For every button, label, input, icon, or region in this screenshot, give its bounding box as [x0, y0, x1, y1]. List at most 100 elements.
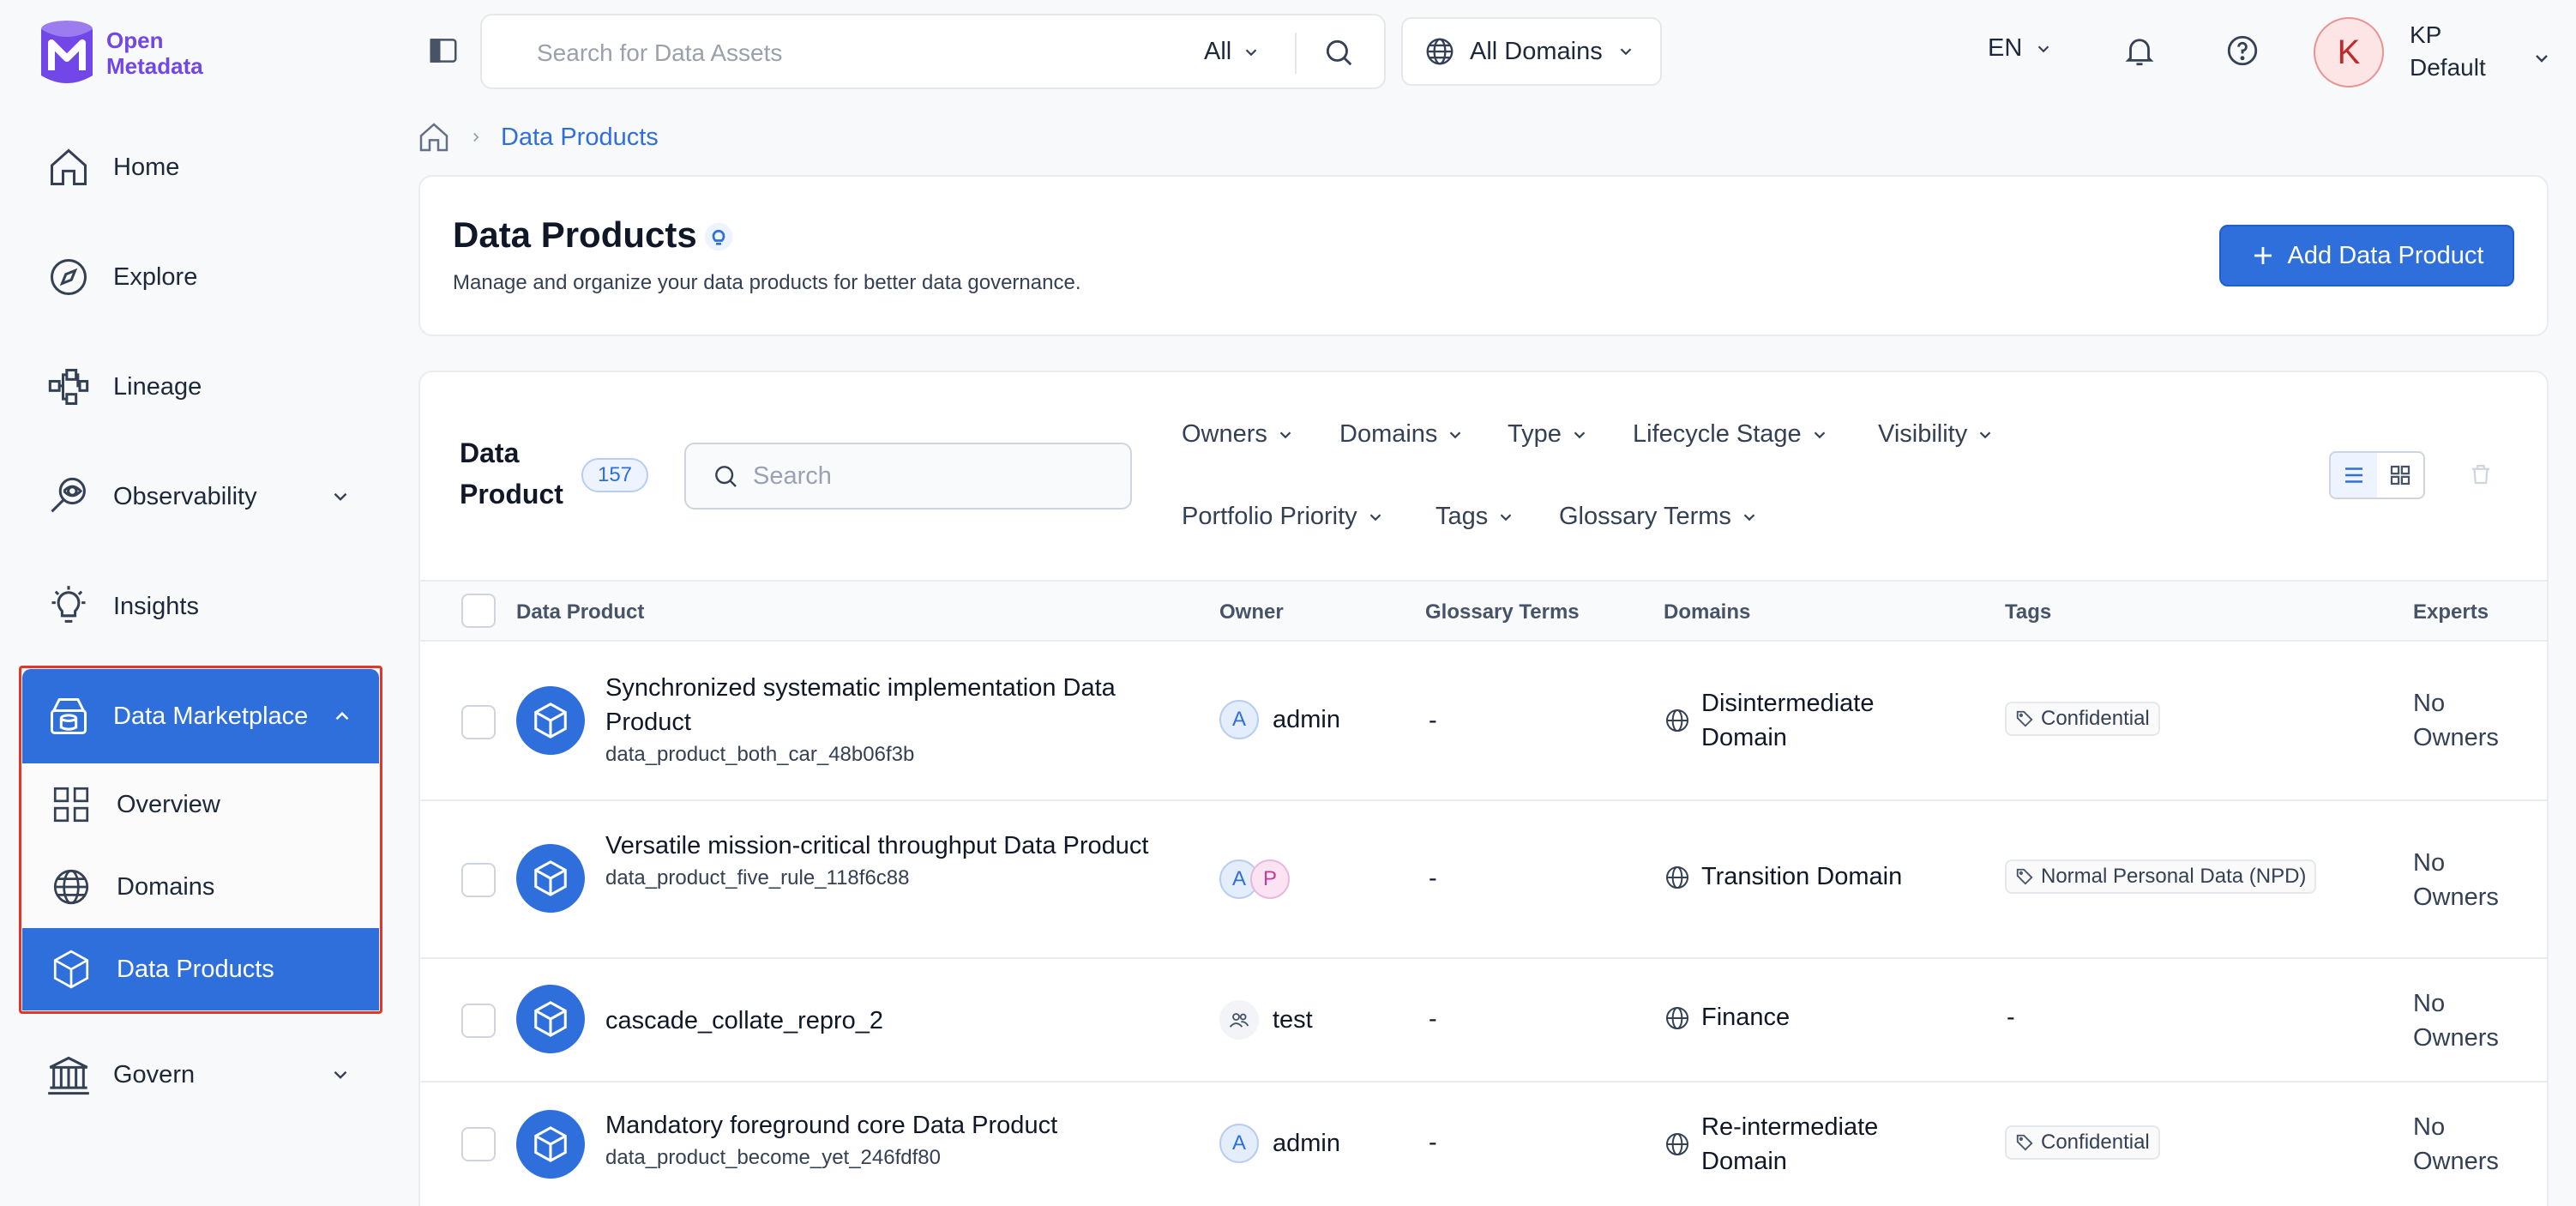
cube-icon: [534, 860, 567, 896]
column-header-tags[interactable]: Tags: [2005, 600, 2051, 624]
help-button[interactable]: [2224, 33, 2260, 69]
filter-lifecycle-stage[interactable]: Lifecycle Stage: [1633, 420, 1829, 449]
chevron-down-icon: [1620, 48, 1631, 56]
filter-glossary-terms[interactable]: Glossary Terms: [1559, 503, 1759, 531]
filter-owners[interactable]: Owners: [1182, 420, 1295, 449]
grid-view-button[interactable]: [2377, 453, 2423, 497]
select-all-checkbox[interactable]: [461, 594, 496, 628]
filter-type[interactable]: Type: [1508, 420, 1589, 449]
data-product-name[interactable]: Mandatory foreground core Data Product: [605, 1108, 1154, 1143]
user-avatar[interactable]: K: [2314, 17, 2384, 87]
owner-cell[interactable]: A admin: [1219, 1124, 1340, 1163]
delete-button[interactable]: [2468, 461, 2494, 487]
sidebar-toggle-icon: [430, 39, 457, 63]
learning-icon-button[interactable]: [703, 221, 734, 252]
owner-avatar: A: [1219, 1124, 1259, 1163]
domain-cell[interactable]: Re-intermediate Domain: [1664, 1110, 1899, 1179]
tag-icon: [2016, 1134, 2033, 1151]
column-header-glossary-terms[interactable]: Glossary Terms: [1425, 600, 1580, 624]
sidebar-subitem-domains[interactable]: Domains: [22, 846, 379, 928]
global-search[interactable]: Search for Data Assets All: [480, 14, 1386, 89]
table-row[interactable]: Versatile mission-critical throughput Da…: [420, 801, 2547, 959]
table-row[interactable]: cascade_collate_repro_2 test - Finance -…: [420, 959, 2547, 1082]
notifications-button[interactable]: [2122, 33, 2158, 69]
data-product-avatar: [516, 985, 585, 1053]
sidebar-item-govern[interactable]: Govern: [34, 1036, 377, 1113]
table-title: Data Product: [460, 437, 563, 510]
data-product-name[interactable]: cascade_collate_repro_2: [605, 1004, 1154, 1038]
user-menu-chevron[interactable]: [2531, 48, 2552, 69]
row-checkbox[interactable]: [461, 1127, 496, 1161]
owner-cell[interactable]: test: [1219, 1000, 1313, 1040]
sidebar-item-observability[interactable]: Observability: [34, 458, 377, 535]
sidebar-item-explore[interactable]: Explore: [34, 238, 377, 316]
add-data-product-button[interactable]: Add Data Product: [2219, 225, 2514, 286]
sidebar-item-insights[interactable]: Insights: [34, 568, 377, 645]
row-checkbox[interactable]: [461, 705, 496, 739]
sidebar-item-label: Observability: [113, 482, 257, 510]
home-icon: [50, 148, 87, 186]
table-row[interactable]: Synchronized systematic implementation D…: [420, 642, 2547, 801]
logo-text: Open Metadata: [106, 27, 203, 79]
owner-avatar: A: [1219, 700, 1259, 739]
domain-name: Disintermediate Domain: [1701, 690, 1875, 751]
tag-chip[interactable]: Normal Personal Data (NPD): [2005, 859, 2317, 894]
search-input[interactable]: Search for Data Assets: [537, 39, 782, 67]
filter-tags[interactable]: Tags: [1435, 503, 1515, 531]
filter-domains[interactable]: Domains: [1339, 420, 1465, 449]
row-checkbox[interactable]: [461, 863, 496, 897]
search-icon: [715, 466, 737, 487]
domain-cell[interactable]: Disintermediate Domain: [1664, 686, 1899, 755]
sidebar-item-data-marketplace[interactable]: Data Marketplace: [22, 669, 379, 763]
column-header-domains[interactable]: Domains: [1664, 600, 1750, 624]
owner-cell[interactable]: A P: [1219, 859, 1290, 899]
domain-name: Re-intermediate Domain: [1701, 1113, 1879, 1175]
openmetadata-logo-icon: [41, 21, 93, 83]
home-icon[interactable]: [417, 120, 451, 154]
column-header-data-product[interactable]: Data Product: [516, 600, 644, 624]
chevron-down-icon: [1814, 431, 1825, 438]
globe-icon: [1666, 1133, 1688, 1155]
sidebar-toggle-button[interactable]: [427, 34, 460, 67]
divider: [1295, 33, 1297, 74]
domain-cell[interactable]: Transition Domain: [1664, 863, 1902, 891]
domains-dropdown[interactable]: All Domains: [1401, 17, 1662, 86]
table-row[interactable]: Mandatory foreground core Data Product d…: [420, 1082, 2547, 1206]
chevron-right-icon: [473, 132, 479, 142]
list-view-button[interactable]: [2331, 453, 2377, 497]
search-scope-select[interactable]: All: [1204, 38, 1261, 66]
owner-name: admin: [1273, 1129, 1340, 1157]
filter-portfolio-priority[interactable]: Portfolio Priority: [1182, 503, 1385, 531]
search-button[interactable]: [1322, 36, 1355, 69]
domain-cell[interactable]: Finance: [1664, 1004, 1790, 1032]
column-header-experts[interactable]: Experts: [2413, 600, 2489, 624]
tag-chip[interactable]: Confidential: [2005, 702, 2160, 736]
data-product-avatar: [516, 844, 585, 913]
language-select[interactable]: EN: [1988, 34, 2053, 63]
compass-icon: [50, 258, 87, 296]
filter-visibility[interactable]: Visibility: [1878, 420, 1995, 449]
user-name: KP: [2410, 21, 2442, 48]
breadcrumb-current[interactable]: Data Products: [501, 124, 659, 152]
row-checkbox[interactable]: [461, 1004, 496, 1038]
tag-chip[interactable]: Confidential: [2005, 1125, 2160, 1160]
lineage-icon: [48, 368, 89, 406]
chevron-down-icon: [2038, 45, 2049, 52]
plus-icon: [2254, 247, 2272, 264]
sidebar-item-lineage[interactable]: Lineage: [34, 348, 377, 425]
user-menu[interactable]: KP Default: [2410, 19, 2486, 84]
table-header: Data Product Owner Glossary Terms Domain…: [420, 580, 2547, 642]
sidebar-subitem-overview[interactable]: Overview: [22, 763, 379, 846]
owner-cell[interactable]: A admin: [1219, 700, 1340, 739]
data-product-name[interactable]: Synchronized systematic implementation D…: [605, 671, 1154, 739]
app-logo[interactable]: Open Metadata: [38, 17, 226, 89]
sidebar-item-home[interactable]: Home: [34, 129, 377, 206]
chevron-up-icon: [335, 711, 349, 721]
data-product-name[interactable]: Versatile mission-critical throughput Da…: [605, 829, 1154, 863]
data-product-info: cascade_collate_repro_2: [605, 1004, 1154, 1038]
table-search-input[interactable]: Search: [684, 443, 1132, 510]
cube-icon: [534, 702, 567, 739]
column-header-owner[interactable]: Owner: [1219, 600, 1284, 624]
sidebar-subitem-data-products[interactable]: Data Products: [22, 928, 379, 1010]
chevron-down-icon: [334, 1070, 347, 1079]
